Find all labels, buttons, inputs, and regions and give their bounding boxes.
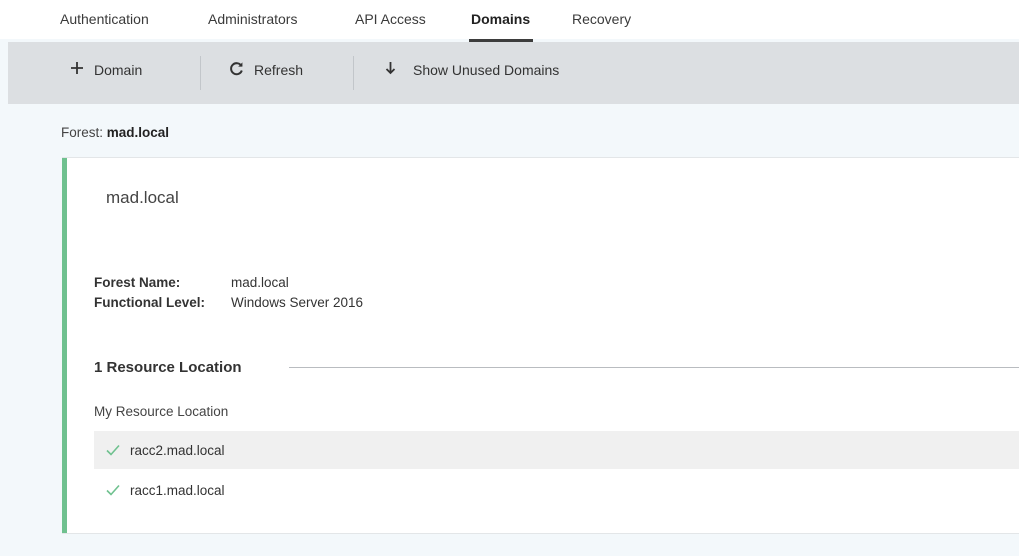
plus-icon bbox=[70, 61, 84, 78]
resource-location-count: 1 Resource Location bbox=[94, 359, 242, 376]
top-tab-bar: Authentication Administrators API Access… bbox=[0, 0, 1019, 42]
tab-recovery[interactable]: Recovery bbox=[572, 11, 631, 27]
tab-api-access[interactable]: API Access bbox=[355, 11, 426, 27]
detail-value: mad.local bbox=[231, 275, 289, 290]
show-unused-domains-label: Show Unused Domains bbox=[413, 61, 560, 78]
detail-functional-level: Functional Level: Windows Server 2016 bbox=[94, 295, 363, 310]
section-divider bbox=[289, 367, 1019, 368]
toolbar: Domain Refresh Show Unused Domains bbox=[8, 42, 1019, 104]
tab-domains[interactable]: Domains bbox=[468, 11, 534, 42]
detail-value: Windows Server 2016 bbox=[231, 295, 364, 310]
domain-title: mad.local bbox=[106, 188, 179, 207]
add-domain-label: Domain bbox=[94, 61, 143, 78]
check-icon bbox=[106, 444, 120, 456]
status-accent-bar bbox=[62, 158, 67, 533]
show-unused-domains-button[interactable]: Show Unused Domains bbox=[385, 61, 559, 78]
connector-row[interactable]: racc1.mad.local bbox=[94, 471, 1019, 509]
refresh-button[interactable]: Refresh bbox=[229, 61, 303, 79]
toolbar-divider bbox=[200, 56, 201, 90]
forest-heading: Forest: mad.local bbox=[61, 125, 169, 140]
tab-authentication[interactable]: Authentication bbox=[60, 11, 149, 27]
refresh-label: Refresh bbox=[254, 62, 304, 78]
connector-name: racc1.mad.local bbox=[130, 482, 225, 498]
connector-row[interactable]: racc2.mad.local bbox=[94, 431, 1019, 469]
forest-prefix: Forest: bbox=[61, 125, 104, 140]
refresh-icon bbox=[229, 61, 244, 79]
detail-forest-name: Forest Name: mad.local bbox=[94, 275, 289, 290]
connector-name: racc2.mad.local bbox=[130, 442, 225, 458]
detail-key: Functional Level: bbox=[94, 295, 206, 310]
detail-key: Forest Name: bbox=[94, 275, 181, 290]
arrow-down-icon bbox=[385, 61, 396, 78]
add-domain-button[interactable]: Domain bbox=[70, 61, 142, 78]
domain-card: mad.local Forest Name: mad.local Function… bbox=[62, 157, 1019, 534]
tab-administrators[interactable]: Administrators bbox=[208, 11, 297, 27]
resource-location-name: My Resource Location bbox=[94, 404, 229, 419]
check-icon bbox=[106, 484, 120, 496]
forest-name: mad.local bbox=[106, 125, 170, 140]
toolbar-divider bbox=[353, 56, 354, 90]
